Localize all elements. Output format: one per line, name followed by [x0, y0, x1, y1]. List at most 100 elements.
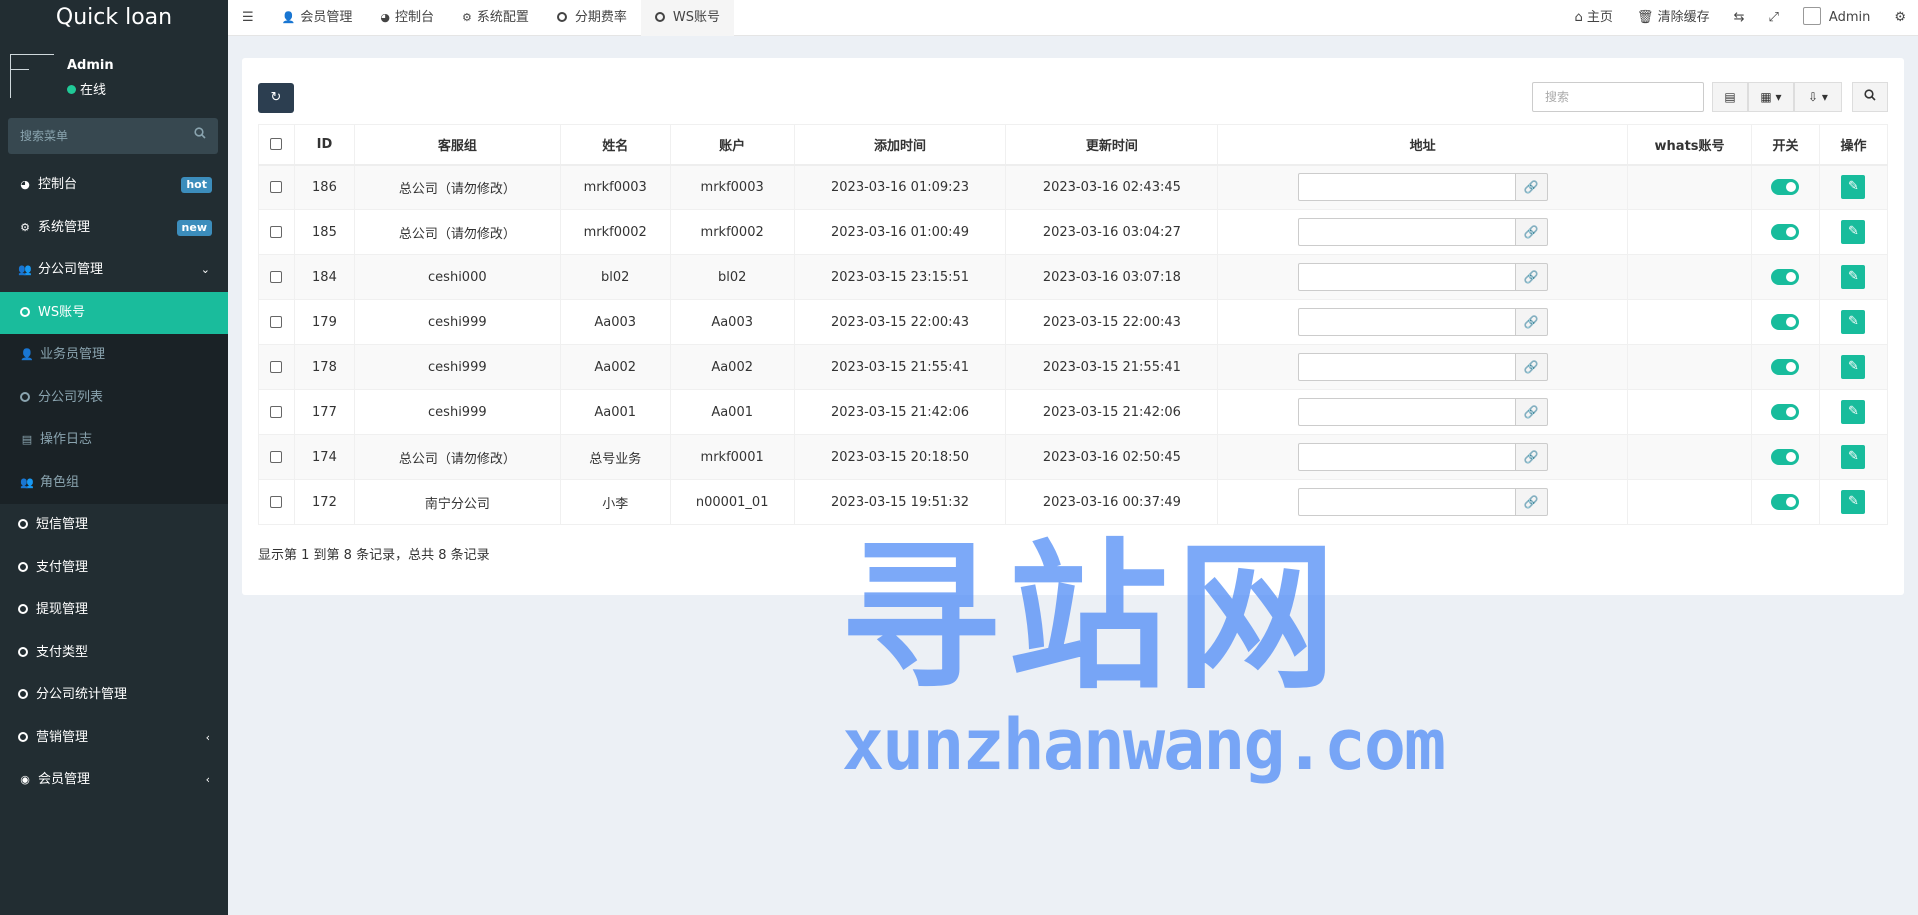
address-input[interactable] — [1297, 308, 1516, 336]
users-icon: 👥 — [18, 263, 32, 276]
link-button[interactable]: 🔗 — [1515, 443, 1548, 471]
tab-members[interactable]: 👤 会员管理 — [268, 0, 367, 36]
advanced-search-button[interactable] — [1852, 82, 1888, 112]
column-header[interactable]: 添加时间 — [793, 124, 1007, 166]
tab-dashboard[interactable]: ◕ 控制台 — [366, 0, 448, 36]
row-select-cell — [258, 479, 295, 525]
column-header[interactable]: ID — [293, 124, 355, 166]
row-checkbox[interactable] — [270, 496, 283, 508]
sidebar-item-branch[interactable]: 👥 分公司管理 ⌄ — [0, 249, 228, 292]
switch-toggle[interactable] — [1771, 404, 1800, 420]
address-input[interactable] — [1297, 353, 1516, 381]
edit-button[interactable]: ✎ — [1841, 400, 1866, 424]
cell-updated: 2023-03-15 21:42:06 — [1005, 389, 1219, 435]
sidebar-item-role-group[interactable]: 👥 角色组 — [0, 461, 228, 504]
sidebar-item-ws-account[interactable]: WS账号 — [0, 291, 228, 334]
home-link[interactable]: ⌂ 主页 — [1563, 0, 1625, 36]
nav-tabs: ☰ 👤 会员管理 ◕ 控制台 ⚙ 系统配置 分期费率 WS账号 — [228, 0, 735, 36]
address-input[interactable] — [1297, 488, 1516, 516]
column-header[interactable]: 更新时间 — [1005, 124, 1219, 166]
switch-toggle[interactable] — [1771, 449, 1800, 465]
edit-button[interactable]: ✎ — [1841, 355, 1866, 379]
column-header[interactable]: whats账号 — [1627, 124, 1752, 166]
sidebar-item-marketing[interactable]: 营销管理 ‹ — [0, 717, 228, 760]
sidebar-item-sms[interactable]: 短信管理 — [0, 504, 228, 547]
cell-name: Aa002 — [559, 344, 671, 390]
clear-cache-button[interactable]: 🗑 清除缓存 — [1625, 0, 1722, 36]
switch-toggle[interactable] — [1771, 179, 1800, 196]
link-button[interactable]: 🔗 — [1515, 173, 1548, 202]
select-all-checkbox[interactable] — [270, 138, 283, 151]
address-input[interactable] — [1297, 218, 1516, 246]
row-checkbox[interactable] — [270, 406, 283, 418]
link-button[interactable]: 🔗 — [1515, 218, 1548, 246]
sidebar-search-input[interactable] — [8, 118, 178, 154]
tab-ws-account[interactable]: WS账号 — [640, 0, 735, 36]
sidebar-item-system[interactable]: ⚙ 系统管理 new — [0, 207, 228, 250]
row-checkbox[interactable] — [270, 181, 283, 194]
chevron-down-icon: ⌄ — [200, 263, 210, 276]
row-select-cell — [258, 254, 295, 300]
menu-toggle-button[interactable]: ☰ — [228, 0, 268, 36]
row-checkbox[interactable] — [270, 271, 283, 283]
fullscreen-button[interactable]: ⤢ — [1757, 0, 1791, 36]
edit-button[interactable]: ✎ — [1841, 490, 1866, 514]
tab-system-config[interactable]: ⚙ 系统配置 — [448, 0, 543, 36]
table-search-input[interactable] — [1532, 82, 1704, 112]
row-checkbox[interactable] — [270, 451, 283, 463]
link-button[interactable]: 🔗 — [1515, 263, 1548, 291]
switch-toggle[interactable] — [1771, 314, 1800, 330]
column-header[interactable]: 姓名 — [559, 124, 671, 166]
settings-button[interactable]: ⚙ — [1882, 0, 1918, 36]
address-input[interactable] — [1297, 173, 1516, 202]
address-input[interactable] — [1297, 398, 1516, 426]
switch-toggle[interactable] — [1771, 359, 1800, 375]
columns-button[interactable]: ▦ ▾ — [1748, 82, 1794, 112]
table-body: 186 总公司（请勿修改） mrkf0003 mrkf0003 2023-03-… — [258, 164, 1889, 525]
column-header[interactable]: 客服组 — [353, 124, 561, 166]
edit-button[interactable]: ✎ — [1841, 265, 1866, 289]
column-header[interactable]: 账户 — [669, 124, 795, 166]
address-input[interactable] — [1297, 263, 1516, 291]
tab-installment-rate[interactable]: 分期费率 — [543, 0, 641, 36]
sidebar-item-oplog[interactable]: ▤ 操作日志 — [0, 419, 228, 462]
edit-button[interactable]: ✎ — [1841, 220, 1866, 244]
row-checkbox[interactable] — [270, 316, 283, 328]
search-icon[interactable] — [194, 127, 206, 143]
cell-id: 174 — [293, 434, 355, 480]
link-button[interactable]: 🔗 — [1515, 398, 1548, 426]
edit-button[interactable]: ✎ — [1841, 175, 1866, 200]
link-button[interactable]: 🔗 — [1515, 488, 1548, 516]
link-button[interactable]: 🔗 — [1515, 353, 1548, 381]
table-row: 184 ceshi000 bl02 bl02 2023-03-15 23:15:… — [258, 254, 1889, 300]
sidebar-item-branch-stats[interactable]: 分公司统计管理 — [0, 674, 228, 717]
sidebar-item-withdraw[interactable]: 提现管理 — [0, 589, 228, 632]
cell-account: Aa003 — [669, 299, 795, 345]
refresh-button[interactable]: ↻ — [258, 83, 294, 113]
column-header[interactable]: 开关 — [1751, 124, 1820, 166]
column-header[interactable]: 地址 — [1217, 124, 1629, 166]
list-icon: ▤ — [21, 433, 33, 446]
sidebar-item-dashboard[interactable]: ◕ 控制台 hot — [0, 164, 228, 207]
edit-button[interactable]: ✎ — [1841, 445, 1866, 469]
address-input[interactable] — [1297, 443, 1516, 471]
row-checkbox[interactable] — [270, 361, 283, 373]
edit-button[interactable]: ✎ — [1841, 310, 1866, 334]
admin-menu[interactable]: Admin — [1791, 0, 1882, 36]
export-button[interactable]: ⇩ ▾ — [1794, 82, 1842, 112]
switch-toggle[interactable] — [1771, 224, 1800, 240]
switch-toggle[interactable] — [1771, 269, 1800, 285]
row-checkbox[interactable] — [270, 226, 283, 238]
sidebar-item-payment[interactable]: 支付管理 — [0, 547, 228, 590]
switch-toggle[interactable] — [1771, 494, 1800, 510]
link-button[interactable]: 🔗 — [1515, 308, 1548, 336]
tab-label: 控制台 — [394, 10, 434, 25]
sidebar-item-salesman[interactable]: 👤 业务员管理 — [0, 334, 228, 377]
search-icon — [1864, 89, 1876, 104]
sidebar-item-pay-type[interactable]: 支付类型 — [0, 632, 228, 675]
sidebar-item-branch-list[interactable]: 分公司列表 — [0, 376, 228, 419]
app-logo[interactable]: Quick loan — [0, 0, 228, 36]
sidebar-item-members[interactable]: ◉ 会员管理 ‹ — [0, 759, 228, 802]
language-button[interactable]: ⇆ — [1722, 0, 1757, 36]
toggle-view-button[interactable]: ▤ — [1712, 82, 1748, 112]
